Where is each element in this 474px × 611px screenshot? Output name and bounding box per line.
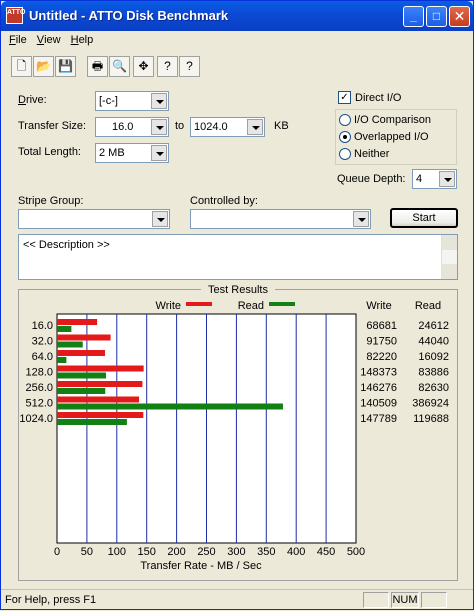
controlled-by-select[interactable]: [190, 209, 371, 229]
menu-help[interactable]: Help: [67, 32, 100, 46]
status-pane-caps: [363, 592, 389, 608]
scroll-up-icon[interactable]: [442, 235, 457, 250]
transfer-from-value: 16.0: [112, 121, 134, 133]
menu-accel-key: F: [9, 34, 16, 46]
drive-value: [-c-]: [99, 95, 118, 107]
total-length-label: Total Length:: [18, 146, 81, 158]
stripe-group-select[interactable]: [18, 209, 170, 229]
drive-label: Drive:: [18, 94, 47, 106]
maximize-button[interactable]: □: [426, 6, 447, 27]
app-window: ATTO Untitled - ATTO Disk Benchmark _ □ …: [0, 0, 474, 610]
status-text: For Help, press F1: [5, 594, 97, 606]
menu-bar: File View Help: [5, 32, 99, 50]
direct-io-label: Direct I/O: [355, 92, 402, 104]
minimize-button[interactable]: _: [403, 6, 424, 27]
overlapped-io-radio[interactable]: [339, 131, 351, 143]
chevron-down-icon[interactable]: [247, 119, 263, 135]
drive-select[interactable]: [-c-]: [95, 91, 169, 111]
direct-io-checkbox[interactable]: ✓: [338, 91, 351, 104]
chevron-down-icon[interactable]: [151, 119, 167, 135]
menu-label-rest: ile: [15, 34, 27, 46]
window-title: Untitled - ATTO Disk Benchmark: [29, 8, 229, 23]
status-pane-num: NUM: [391, 592, 419, 608]
scroll-down-icon[interactable]: [442, 264, 457, 279]
queue-depth-value: 4: [416, 173, 423, 185]
help-icon[interactable]: ?: [157, 56, 178, 77]
status-bar: For Help, press F1 NUM: [1, 589, 473, 609]
chevron-down-icon[interactable]: [151, 93, 167, 109]
description-scrollbar[interactable]: [441, 235, 457, 279]
print-preview-icon[interactable]: 🔍: [109, 56, 130, 77]
chevron-down-icon[interactable]: [353, 211, 369, 227]
atto-app-icon[interactable]: ATTO: [6, 7, 25, 24]
save-icon[interactable]: 💾: [55, 56, 76, 77]
menu-accel-key: H: [70, 34, 79, 46]
controlled-by-label: Controlled by:: [190, 195, 258, 207]
menu-view[interactable]: View: [33, 32, 67, 46]
menu-file[interactable]: File: [5, 32, 33, 46]
open-folder-icon[interactable]: 📂: [33, 56, 54, 77]
new-document-icon[interactable]: 🗋: [11, 56, 32, 77]
chevron-down-icon[interactable]: [151, 145, 167, 161]
kb-label: KB: [274, 120, 289, 132]
menu-label-rest: elp: [78, 34, 94, 46]
transfer-to-value: 1024.0: [194, 121, 228, 133]
description-text: << Description >>: [23, 239, 110, 251]
stripe-group-label: Stripe Group:: [18, 195, 84, 207]
status-pane-scroll: [421, 592, 447, 608]
total-length-select[interactable]: 2 MB: [95, 143, 169, 163]
transfer-size-label: Transfer Size:: [18, 120, 87, 132]
to-label: to: [175, 120, 185, 132]
queue-depth-label: Queue Depth:: [337, 173, 406, 185]
start-button[interactable]: Start: [390, 208, 458, 228]
close-button[interactable]: ✕: [449, 6, 470, 27]
menu-label-rest: iew: [44, 34, 61, 46]
title-bar[interactable]: ATTO Untitled - ATTO Disk Benchmark _ □ …: [1, 1, 473, 31]
move-icon[interactable]: ✥: [133, 56, 154, 77]
overlapped-io-label: Overlapped I/O: [354, 131, 429, 143]
print-icon[interactable]: 🖶: [87, 56, 108, 77]
total-length-value: 2 MB: [99, 147, 125, 159]
description-box[interactable]: << Description >>: [18, 234, 458, 280]
neither-radio[interactable]: [339, 148, 351, 160]
menu-accel-key: V: [36, 34, 45, 46]
test-results-frame: [18, 289, 458, 581]
chevron-down-icon[interactable]: [152, 211, 168, 227]
chevron-down-icon[interactable]: [439, 171, 455, 187]
io-comparison-label: I/O Comparison: [354, 114, 432, 126]
transfer-size-from-select[interactable]: 16.0: [95, 117, 169, 137]
io-comparison-radio[interactable]: [339, 114, 351, 126]
transfer-size-to-select[interactable]: 1024.0: [190, 117, 265, 137]
context-help-icon[interactable]: ?: [179, 56, 200, 77]
queue-depth-select[interactable]: 4: [412, 169, 457, 189]
neither-label: Neither: [354, 148, 390, 160]
